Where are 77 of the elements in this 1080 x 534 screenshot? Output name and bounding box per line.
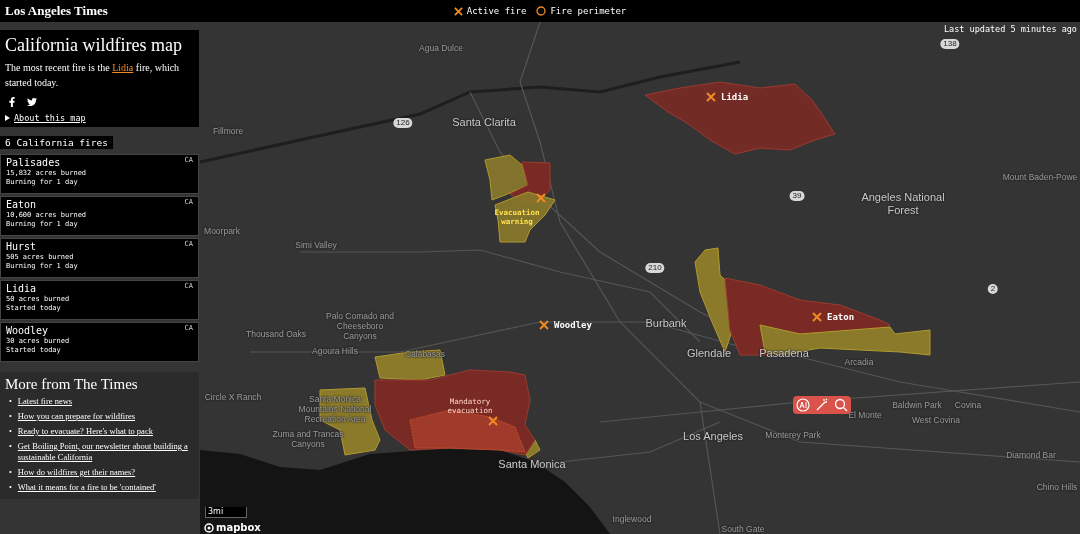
highway-shield: 210 <box>645 263 665 273</box>
active-fire-icon <box>536 193 546 203</box>
section-title: More from The Times <box>5 375 139 393</box>
highway-shield: 39 <box>789 191 805 201</box>
place-label: Circle X Ranch <box>204 393 262 403</box>
place-label: Arcadia <box>844 358 874 368</box>
page-title: California wildfires map <box>5 36 183 56</box>
active-fire-icon <box>453 6 463 16</box>
article-link[interactable]: Ready to evacuate? Here's what to pack <box>17 425 153 437</box>
place-label: Inglewood <box>612 515 652 525</box>
place-label: Los Angeles <box>683 429 743 443</box>
article-link[interactable]: Get Boiling Point, our newsletter about building a sustainable California <box>17 440 194 463</box>
facebook-icon[interactable] <box>7 96 17 107</box>
place-label: Burbank <box>645 316 687 330</box>
intro-text: The most recent fire is the Lidia fire, which started today. <box>5 60 181 91</box>
about-link[interactable]: About this map <box>5 112 86 123</box>
fire-label[interactable]: Woodley <box>554 320 592 330</box>
article-link[interactable]: How you can prepare for wildfires <box>17 410 136 422</box>
bullet: • <box>9 440 12 452</box>
map[interactable] <box>0 22 1080 534</box>
place-label: Agua Dulce <box>419 44 463 54</box>
caret-icon <box>5 114 10 121</box>
legend-label: Active fire <box>466 6 527 16</box>
active-fire-icon <box>539 320 549 330</box>
article-link[interactable]: Latest fire news <box>17 395 73 407</box>
highway-shield: 2 <box>987 284 999 294</box>
ai-icon[interactable] <box>795 398 810 412</box>
active-fire-icon <box>488 416 498 426</box>
place-label: Pasadena <box>759 346 809 360</box>
place-label: Baldwin Park <box>892 401 942 411</box>
article-link[interactable]: What it means for a fire to be 'contained' <box>17 481 156 493</box>
place-label: Moorpark <box>204 227 240 237</box>
fire-label[interactable]: Eaton <box>827 312 855 322</box>
place-label: Agoura Hills <box>312 347 358 357</box>
bullet: • <box>9 425 12 437</box>
place-label: Diamond Bar <box>1006 451 1056 461</box>
fire-count: 6 California fires <box>0 135 113 149</box>
scale-bar: 3mi <box>205 507 247 518</box>
logo[interactable]: Los Angeles Times <box>5 3 454 19</box>
place-label: Angeles National Forest <box>860 191 946 217</box>
bullet: • <box>9 481 12 493</box>
fire-name: Woodley <box>6 323 50 337</box>
search-icon[interactable] <box>834 398 849 412</box>
fire-name: Lidia <box>6 281 38 295</box>
last-updated: Last updated 5 minutes ago <box>943 24 1077 34</box>
place-label: Simi Valley <box>295 241 337 251</box>
fire-name: Palisades <box>6 155 62 169</box>
legend-label: Fire perimeter <box>550 6 627 16</box>
mapbox-logo-icon <box>204 522 214 533</box>
bullet: • <box>9 410 12 422</box>
highway-shield: 138 <box>940 39 960 49</box>
twitter-icon[interactable] <box>27 96 37 107</box>
highway-shield: 126 <box>393 118 413 128</box>
article-link[interactable]: How do wildfires get their names? <box>17 466 136 478</box>
place-label: Palo Comado and Cheeseboro Canyons <box>324 312 395 342</box>
fire-link[interactable]: Lidia <box>112 61 134 73</box>
place-label: Covina <box>954 401 982 411</box>
magic-wand-icon[interactable] <box>815 398 829 412</box>
active-fire-icon <box>812 312 822 322</box>
fire-label[interactable]: Lidia <box>721 92 749 102</box>
place-label: Santa Clarita <box>452 115 516 129</box>
fire-name: Eaton <box>6 197 38 211</box>
place-label: Glendale <box>687 346 731 360</box>
place-label: West Covina <box>912 416 960 426</box>
place-label: South Gate <box>721 525 765 534</box>
bullet: • <box>9 466 12 478</box>
bullet: • <box>9 395 12 407</box>
place-label: Santa Monica <box>498 457 566 471</box>
place-label: Mount Baden-Powe <box>1002 173 1078 183</box>
fire-perimeter-icon <box>536 6 547 16</box>
active-fire-icon <box>706 92 716 102</box>
fire-name: Hurst <box>6 239 38 253</box>
place-label: Thousand Oaks <box>246 330 306 340</box>
place-label: Fillmore <box>212 127 244 137</box>
place-label: Monterey Park <box>765 431 821 441</box>
attribution-label[interactable]: mapbox <box>216 522 261 533</box>
place-label: Chino Hills <box>1036 483 1078 493</box>
